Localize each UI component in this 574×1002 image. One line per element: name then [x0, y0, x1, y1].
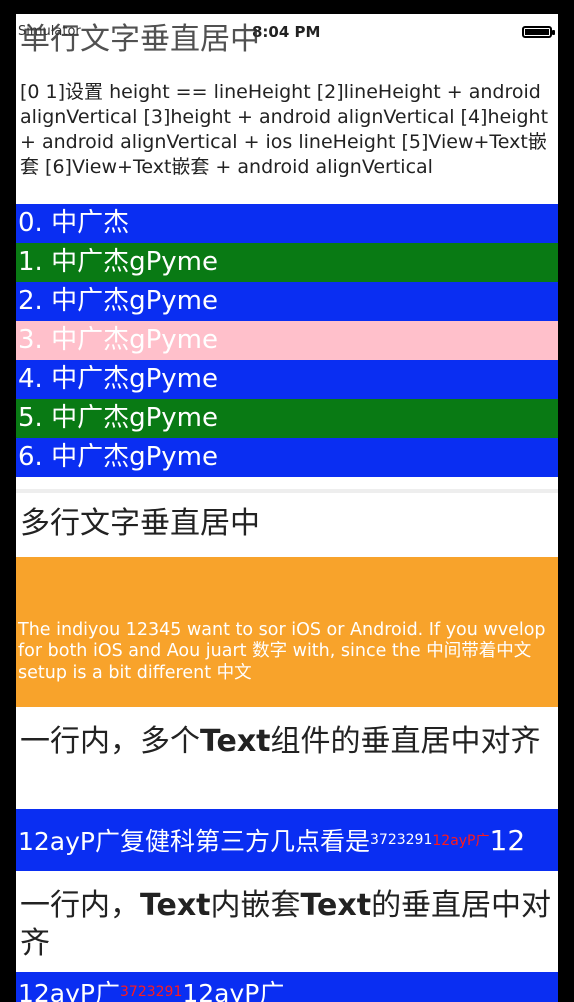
row-4: 4. 中广杰gPyme	[16, 360, 558, 399]
row-5: 5. 中广杰gPyme	[16, 399, 558, 438]
section-title-multi-text: 一行内，多个Text组件的垂直居中对齐	[20, 723, 556, 761]
title-bold-1: Text	[140, 888, 211, 923]
title-bold-2: Text	[300, 888, 372, 923]
nested-part-b: 3723291	[120, 984, 183, 1000]
inline-text-row: 12ayP广复健科第三方几点看是 3723291 12ayP广 12	[16, 809, 558, 871]
status-time: 8:04 PM	[252, 23, 321, 41]
section-title-single-line: 单行文字垂直居中	[20, 22, 260, 57]
section-divider	[16, 489, 558, 493]
title-plain: 一行内，多个	[20, 724, 200, 759]
nested-text-row: 12ayP广 3723291 12ayP广	[16, 972, 558, 1002]
row-0: 0. 中广杰	[16, 204, 558, 243]
inline-part-b: 3723291	[370, 832, 433, 848]
row-6: 6. 中广杰gPyme	[16, 438, 558, 477]
section-title-multi-line: 多行文字垂直居中	[20, 506, 260, 541]
inline-part-a: 12ayP广复健科第三方几点看是	[18, 827, 371, 856]
title-plain: 一行内，	[20, 888, 140, 923]
row-2: 2. 中广杰gPyme	[16, 282, 558, 321]
title-mid: 内嵌套	[210, 888, 301, 923]
battery-icon	[522, 26, 555, 38]
title-bold: Text	[200, 724, 271, 759]
inline-part-d: 12	[489, 823, 526, 857]
title-rest: 组件的垂直居中对齐	[270, 724, 541, 759]
nested-part-c: 12ayP广	[182, 979, 285, 1002]
inline-part-c: 12ayP广	[432, 833, 490, 849]
row-1: 1. 中广杰gPyme	[16, 243, 558, 282]
section-title-nested-text: 一行内，Text内嵌套Text的垂直居中对齐	[20, 887, 556, 963]
nested-part-a: 12ayP广	[18, 979, 121, 1002]
multiline-text: The indiyou 12345 want to sor iOS or And…	[18, 619, 546, 683]
multiline-text-box: The indiyou 12345 want to sor iOS or And…	[16, 557, 558, 707]
section-description: [0 1]设置 height == lineHeight [2]lineHeig…	[20, 81, 549, 178]
phone-screen: Simulator 8:04 PM 单行文字垂直居中 [0 1]设置 heigh…	[16, 14, 558, 1002]
row-3: 3. 中广杰gPyme	[16, 321, 558, 360]
